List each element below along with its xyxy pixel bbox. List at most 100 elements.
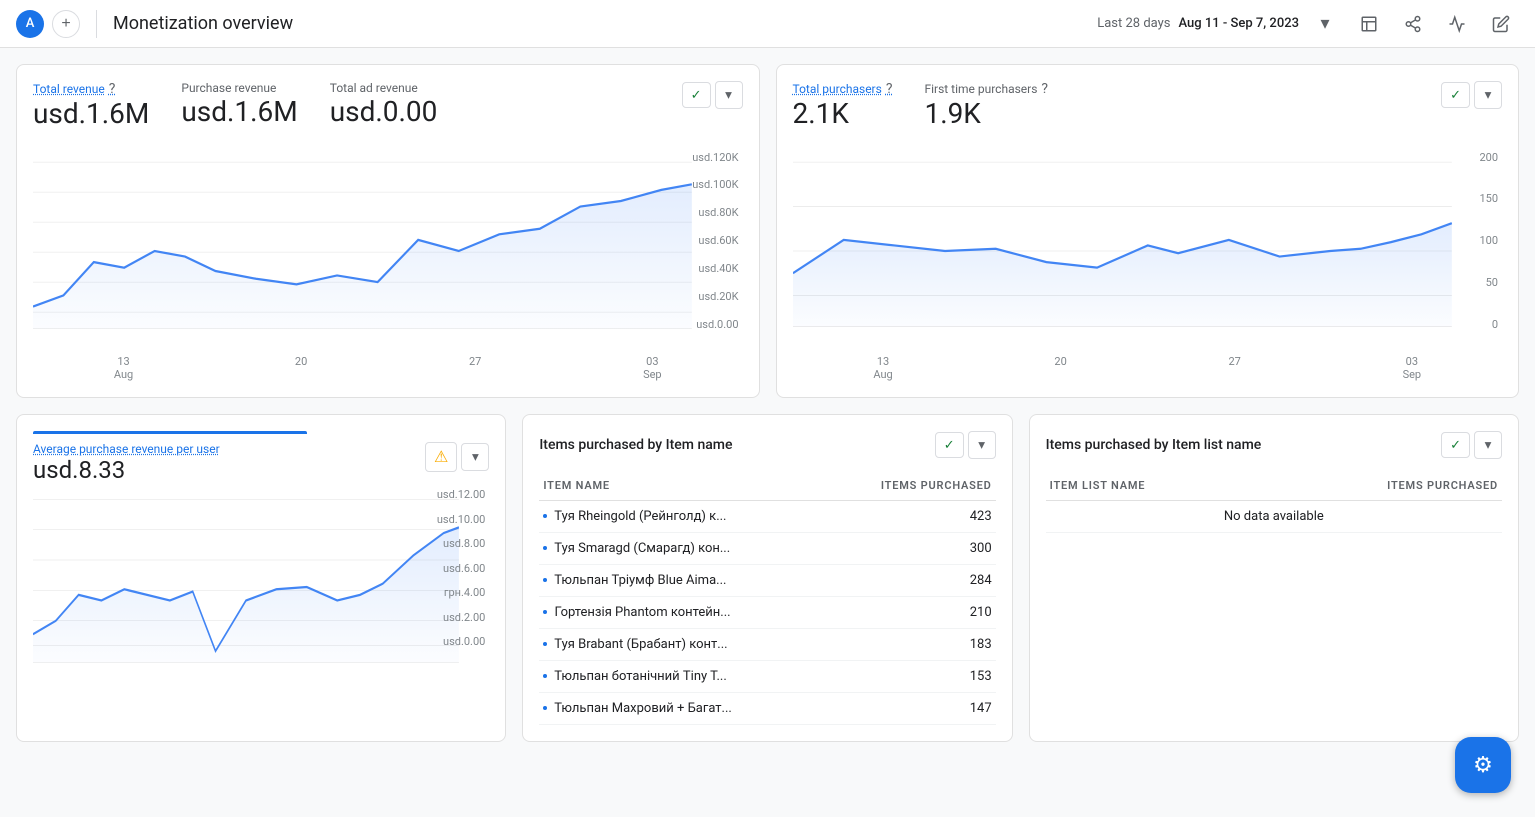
purchasers-chart: 200 150 100 50 0 (793, 151, 1503, 351)
header-controls: Last 28 days Aug 11 - Sep 7, 2023 ▾ (1097, 6, 1519, 42)
avg-revenue-metrics: Average purchase revenue per user usd.8.… (33, 442, 220, 485)
y-label: usd.0.00 (696, 318, 738, 331)
purchasers-card-header: Total purchasers ? 2.1K First time purch… (793, 81, 1503, 147)
revenue-dropdown-button[interactable]: ▾ (715, 81, 743, 109)
x-label: 13Aug (114, 355, 133, 381)
ad-revenue-label: Total ad revenue (330, 81, 438, 95)
table-header-row: ITEM LIST NAME ITEMS PURCHASED (1046, 471, 1502, 501)
avg-revenue-card-header: Average purchase revenue per user usd.8.… (33, 442, 489, 485)
revenue-card-header: Total revenue ? usd.1.6M Purchase revenu… (33, 81, 743, 147)
y-label: грн.4.00 (444, 586, 486, 599)
total-purchasers-label[interactable]: Total purchasers ? (793, 81, 893, 97)
no-data-message: No data available (1046, 500, 1502, 532)
y-label: usd.2.00 (443, 611, 485, 624)
row-indicator (543, 578, 547, 582)
table-row: Туя Brabant (Брабант) конт... 183 (539, 628, 995, 660)
header: A + Monetization overview Last 28 days A… (0, 0, 1535, 48)
y-label: usd.120K (692, 151, 738, 164)
revenue-card: Total revenue ? usd.1.6M Purchase revenu… (16, 64, 760, 398)
avg-revenue-dropdown-button[interactable]: ▾ (461, 443, 489, 471)
item-name-cell: Тюльпан Махровий + Багат... (539, 692, 823, 724)
avatar: A (16, 10, 44, 38)
chart-icon[interactable] (1351, 6, 1387, 42)
first-time-purchasers-label: First time purchasers ? (924, 81, 1048, 97)
purchasers-card: Total purchasers ? 2.1K First time purch… (776, 64, 1520, 398)
avg-revenue-value: usd.8.33 (33, 456, 220, 485)
purchasers-check-button[interactable]: ✓ (1441, 82, 1470, 108)
revenue-metrics: Total revenue ? usd.1.6M Purchase revenu… (33, 81, 437, 131)
y-label: usd.8.00 (443, 537, 485, 550)
y-label: 150 (1479, 192, 1498, 205)
items-purchased-cell: 183 (824, 628, 996, 660)
item-name-cell: Тюльпан Тріумф Blue Aima... (539, 564, 823, 596)
settings-fab[interactable]: ⚙ (1455, 737, 1511, 793)
settings-icon: ⚙ (1473, 753, 1493, 778)
purchase-revenue-value: usd.1.6M (181, 95, 297, 129)
items-purchased-header: ITEMS PURCHASED (824, 471, 996, 501)
y-label: 50 (1486, 276, 1498, 289)
items-purchased-cell: 300 (824, 532, 996, 564)
share-icon[interactable] (1395, 6, 1431, 42)
avg-revenue-label[interactable]: Average purchase revenue per user (33, 442, 220, 456)
revenue-x-axis: 13Aug 20 27 03Sep (33, 355, 743, 381)
bottom-cards-row: Average purchase revenue per user usd.8.… (16, 414, 1519, 742)
item-name-cell: Тюльпан ботанічний Tiny T... (539, 660, 823, 692)
revenue-chart-svg (33, 151, 743, 351)
item-name-cell: Гортензія Phantom контейн... (539, 596, 823, 628)
items-by-list-dropdown-button[interactable]: ▾ (1474, 431, 1502, 459)
y-label: usd.60K (698, 234, 738, 247)
items-purchased-cell: 210 (824, 596, 996, 628)
items-purchased-header: ITEMS PURCHASED (1258, 471, 1502, 501)
avg-revenue-card: Average purchase revenue per user usd.8.… (16, 414, 506, 742)
x-label: 13Aug (873, 355, 892, 381)
row-indicator (543, 546, 547, 550)
total-revenue-label[interactable]: Total revenue ? (33, 81, 149, 97)
items-by-name-card: Items purchased by Item name ✓ ▾ ITEM NA… (522, 414, 1012, 742)
avg-revenue-chart: usd.12.00 usd.10.00 usd.8.00 usd.6.00 гр… (33, 488, 489, 668)
purchasers-dropdown-button[interactable]: ▾ (1474, 81, 1502, 109)
edit-icon[interactable] (1483, 6, 1519, 42)
calendar-icon[interactable]: ▾ (1307, 6, 1343, 42)
items-by-list-card: Items purchased by Item list name ✓ ▾ IT… (1029, 414, 1519, 742)
y-label: usd.0.00 (443, 635, 485, 648)
add-button[interactable]: + (52, 10, 80, 38)
total-revenue-info-icon[interactable]: ? (109, 81, 116, 97)
analytics-icon[interactable] (1439, 6, 1475, 42)
items-by-list-table: ITEM LIST NAME ITEMS PURCHASED No data a… (1046, 471, 1502, 533)
row-indicator (543, 706, 547, 710)
table-row: Туя Rheingold (Рейнголд) к... 423 (539, 500, 995, 532)
total-purchasers-info-icon[interactable]: ? (886, 81, 893, 97)
total-revenue-metric: Total revenue ? usd.1.6M (33, 81, 149, 131)
revenue-card-controls: ✓ ▾ (682, 81, 743, 109)
ad-revenue-value: usd.0.00 (330, 95, 438, 129)
table-row: No data available (1046, 500, 1502, 532)
x-label: 03Sep (1403, 355, 1422, 381)
check-icon: ✓ (1450, 437, 1461, 453)
items-by-list-check-button[interactable]: ✓ (1441, 432, 1470, 458)
x-label: 20 (295, 355, 307, 381)
items-by-name-title: Items purchased by Item name ✓ ▾ (539, 431, 995, 459)
items-by-name-controls: ✓ ▾ (935, 431, 996, 459)
items-by-name-table: ITEM NAME ITEMS PURCHASED Туя Rheingold … (539, 471, 995, 725)
first-time-info-icon[interactable]: ? (1041, 81, 1048, 97)
items-by-name-dropdown-button[interactable]: ▾ (968, 431, 996, 459)
total-purchasers-value: 2.1K (793, 97, 893, 131)
x-label: 20 (1054, 355, 1066, 381)
y-label: 100 (1479, 234, 1498, 247)
avg-revenue-card-controls: ⚠ ▾ (425, 442, 489, 472)
items-by-name-check-button[interactable]: ✓ (935, 432, 964, 458)
item-name-header: ITEM NAME (539, 471, 823, 501)
avg-revenue-warning-button[interactable]: ⚠ (425, 442, 457, 472)
row-indicator (543, 610, 547, 614)
revenue-check-button[interactable]: ✓ (682, 82, 711, 108)
items-purchased-cell: 423 (824, 500, 996, 532)
header-divider (96, 10, 97, 38)
x-label: 03Sep (643, 355, 662, 381)
items-purchased-cell: 153 (824, 660, 996, 692)
row-indicator (543, 642, 547, 646)
y-label: usd.12.00 (437, 488, 485, 501)
items-purchased-cell: 147 (824, 692, 996, 724)
purchasers-x-axis: 13Aug 20 27 03Sep (793, 355, 1503, 381)
table-row: Туя Smaragd (Смарагд) кон... 300 (539, 532, 995, 564)
revenue-y-axis: usd.120K usd.100K usd.80K usd.60K usd.40… (692, 151, 742, 331)
